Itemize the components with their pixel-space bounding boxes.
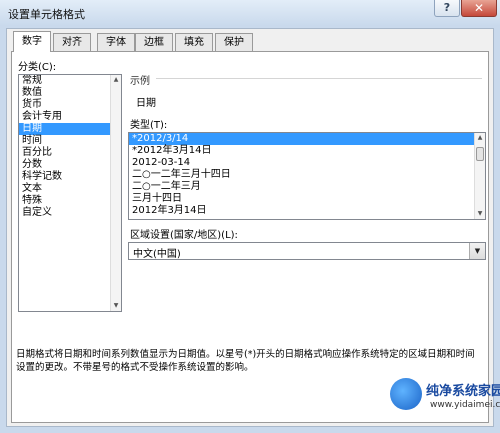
tab-alignment[interactable]: 对齐 [53, 33, 91, 51]
type-item[interactable]: 2012-03-14 [129, 157, 485, 169]
type-item[interactable]: 二○一二年三月 [129, 181, 485, 193]
tab-border[interactable]: 边框 [135, 33, 173, 51]
tab-fill[interactable]: 填充 [175, 33, 213, 51]
help-button[interactable]: ? [434, 0, 460, 17]
locale-label: 区域设置(国家/地区)(L): [130, 230, 238, 241]
title-bar[interactable]: 设置单元格格式 ? ✕ [0, 0, 500, 26]
category-label: 分类(C): [18, 62, 57, 73]
category-list[interactable]: 常规 数值 货币 会计专用 日期 时间 百分比 分数 科学记数 文本 特殊 自定义 ▲ ▼ [18, 74, 122, 312]
tab-number[interactable]: 数字 [13, 31, 51, 52]
watermark: 纯净系统家园 www.yidaimei.com [390, 378, 500, 428]
type-item[interactable]: 二○一二年三月十四日 [129, 169, 485, 181]
category-item[interactable]: 数值 [19, 87, 121, 99]
locale-select[interactable]: 中文(中国) ▼ [128, 242, 486, 260]
scroll-up-arrow[interactable]: ▲ [111, 75, 121, 85]
category-scrollbar[interactable]: ▲ ▼ [110, 75, 121, 311]
chevron-down-icon[interactable]: ▼ [469, 243, 485, 259]
type-label: 类型(T): [130, 120, 168, 131]
watermark-logo-icon [390, 378, 422, 410]
category-item[interactable]: 自定义 [19, 207, 121, 219]
type-list[interactable]: *2012/3/14 *2012年3月14日 2012-03-14 二○一二年三月十四… [128, 132, 486, 220]
category-item[interactable]: 百分比 [19, 147, 121, 159]
category-item[interactable]: 日期 [19, 123, 121, 135]
format-description: 日期格式将日期和时间系列数值显示为日期值。以星号(*)开头的日期格式响应操作系统… [16, 349, 475, 373]
type-item[interactable]: *2012/3/14 [129, 133, 485, 145]
category-item[interactable]: 分数 [19, 159, 121, 171]
category-item[interactable]: 时间 [19, 135, 121, 147]
type-item[interactable]: 2012年3月14日 [129, 205, 485, 217]
category-item[interactable]: 货币 [19, 99, 121, 111]
locale-value: 中文(中国) [133, 249, 181, 260]
watermark-url: www.yidaimei.com [430, 400, 500, 410]
watermark-text: 纯净系统家园 [426, 384, 500, 399]
tab-protection[interactable]: 保护 [215, 33, 253, 51]
category-item[interactable]: 常规 [19, 75, 121, 87]
format-cells-dialog: 设置单元格格式 ? ✕ 数字 对齐 字体 边框 填充 保护 分类(C): 常规数… [0, 0, 500, 433]
sample-group-line [156, 78, 482, 79]
dialog-title: 设置单元格格式 [8, 8, 85, 21]
category-item[interactable]: 会计专用 [19, 111, 121, 123]
scroll-down-arrow[interactable]: ▼ [111, 301, 121, 311]
scroll-down-arrow[interactable]: ▼ [475, 209, 485, 219]
dialog-body: 数字 对齐 字体 边框 填充 保护 分类(C): 常规 数值 货币 会计专用 日期 时间百… [6, 28, 494, 427]
type-item[interactable]: *2012年3月14日 [129, 145, 485, 157]
tab-font[interactable]: 字体 [97, 33, 135, 51]
type-scrollbar[interactable]: ▲ ▼ [474, 133, 485, 219]
close-button[interactable]: ✕ [461, 0, 497, 17]
sample-label: 示例 [130, 76, 150, 87]
tab-panel-number: 分类(C): 常规 数值 货币 会计专用 日期 时间 百分比 分数 科学记数 文本 特殊 自定义 ▲ … [11, 51, 489, 423]
category-item[interactable]: 特殊 [19, 195, 121, 207]
scroll-thumb[interactable] [476, 147, 484, 161]
scroll-up-arrow[interactable]: ▲ [475, 133, 485, 143]
sample-value: 日期 [136, 98, 156, 109]
category-item[interactable]: 科学记数 [19, 171, 121, 183]
category-item[interactable]: 文本 [19, 183, 121, 195]
type-item[interactable]: 三月十四日 [129, 193, 485, 205]
